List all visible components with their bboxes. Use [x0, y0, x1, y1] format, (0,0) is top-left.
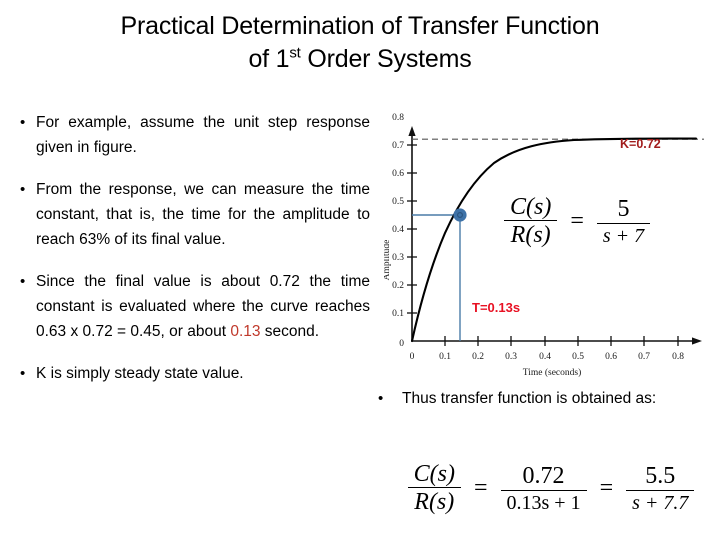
bullet-text: Thus transfer function is obtained as: [402, 390, 657, 407]
y-tick-label: 0.6 [392, 169, 404, 179]
page-title-line2-post: Order Systems [300, 45, 472, 73]
transfer-function-formula-given: C(s) R(s) = 5 s + 7 [500, 195, 654, 248]
page-title-line1: Practical Determination of Transfer Func… [120, 12, 600, 40]
y-tick-label: 0.3 [392, 253, 404, 263]
derived-mid-denominator: 0.13s + 1 [500, 489, 587, 513]
page-title-ordinal-suffix: st [289, 44, 301, 62]
x-tick-label: 0.2 [472, 352, 484, 362]
formula-equals-sign: = [570, 208, 584, 235]
bullet-marker-icon: • [20, 365, 26, 382]
x-tick-label: 0.6 [605, 352, 617, 362]
list-item: • From the response, we can measure the … [8, 177, 370, 252]
list-item: • K is simply steady state value. [8, 361, 370, 386]
bullet-marker-icon: • [378, 390, 384, 407]
formula-lhs-denominator: R(s) [504, 220, 558, 248]
page-title-line2-pre: of 1 [248, 45, 290, 73]
formula-rhs-numerator: 5 [617, 196, 630, 223]
x-tick-label: 0.5 [572, 352, 584, 362]
x-tick-label: 0.7 [638, 352, 650, 362]
bullet-marker-icon: • [20, 114, 26, 131]
derived-lhs-numerator: C(s) [413, 461, 455, 487]
list-item: • For example, assume the unit step resp… [8, 110, 370, 160]
derived-rhs-numerator: 5.5 [645, 463, 676, 490]
derived-lhs-fraction: C(s) R(s) [407, 461, 461, 515]
derived-rhs-fraction: 5.5 s + 7.7 [626, 463, 695, 513]
formula-lhs-fraction: C(s) R(s) [504, 194, 558, 248]
x-tick-label: 0 [410, 352, 415, 362]
time-constant-marker [453, 208, 467, 222]
transfer-function-formula-derived: C(s) R(s) = 0.72 0.13s + 1 = 5.5 s + 7.7 [382, 462, 720, 515]
y-axis-title: Amplitude [384, 240, 392, 281]
derived-equals-sign-1: = [473, 475, 488, 502]
bullet-text: K is simply steady state value. [36, 365, 244, 382]
derived-equals-sign-2: = [599, 475, 614, 502]
y-tick-label: 0.2 [392, 281, 404, 291]
y-axis-tick-labels: 0 0.1 0.2 0.3 0.4 0.5 0.6 0.7 0.8 [392, 113, 404, 349]
y-tick-label: 0.1 [392, 309, 404, 319]
bullet-text-before-highlight: Since the final value is about 0.72 the … [36, 273, 370, 340]
derived-mid-fraction: 0.72 0.13s + 1 [500, 463, 587, 513]
left-bullet-list: • For example, assume the unit step resp… [8, 110, 370, 386]
formula-rhs-denominator: s + 7 [596, 222, 651, 246]
x-tick-label: 0.8 [672, 352, 684, 362]
x-axis-title: Time (seconds) [523, 367, 582, 378]
bullet-text: For example, assume the unit step respon… [36, 114, 370, 156]
x-tick-label: 0.3 [505, 352, 517, 362]
page-title: Practical Determination of Transfer Func… [0, 10, 720, 76]
derived-lhs-denominator: R(s) [407, 487, 461, 515]
bullet-text: From the response, we can measure the ti… [36, 181, 370, 248]
list-item: • Thus transfer function is obtained as: [374, 386, 720, 412]
formula-rhs-fraction: 5 s + 7 [596, 196, 651, 246]
bullet-marker-icon: • [20, 181, 26, 198]
y-tick-label: 0.8 [392, 113, 404, 123]
y-tick-label: 0.7 [392, 141, 404, 151]
y-tick-label: 0 [399, 339, 404, 349]
list-item: • Since the final value is about 0.72 th… [8, 269, 370, 344]
y-tick-label: 0.5 [392, 197, 404, 207]
x-tick-label: 0.1 [439, 352, 451, 362]
y-axis [408, 126, 416, 341]
derived-rhs-denominator: s + 7.7 [626, 489, 695, 513]
derived-mid-numerator: 0.72 [522, 463, 565, 490]
x-axis-tick-labels: 0 0.1 0.2 0.3 0.4 0.5 0.6 0.7 0.8 [410, 352, 685, 362]
bullet-text-after-highlight: second. [260, 323, 320, 340]
time-constant-highlight: 0.13 [230, 323, 261, 340]
formula-lhs-numerator: C(s) [510, 194, 552, 220]
time-constant-annotation: T=0.13s [472, 300, 520, 315]
x-tick-label: 0.4 [539, 352, 551, 362]
x-axis [412, 337, 702, 345]
bullet-marker-icon: • [20, 273, 26, 290]
y-tick-label: 0.4 [392, 225, 404, 235]
k-value-annotation: K=0.72 [620, 137, 661, 151]
